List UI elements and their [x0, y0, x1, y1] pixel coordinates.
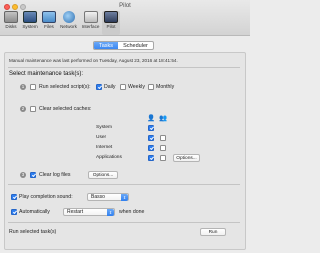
daily-label: Daily [104, 84, 116, 90]
cache-system-label: System [96, 125, 112, 130]
cache-applications-all-checkbox[interactable] [160, 155, 166, 161]
completion-sound-label: Play completion sound: [19, 194, 73, 200]
cache-internet-user-checkbox[interactable] [148, 145, 154, 151]
step-1-badge: 1 [20, 84, 26, 90]
interface-icon [83, 11, 98, 23]
toolbar-pilot[interactable]: Pilot [102, 11, 120, 35]
section-title: Select maintenance task(s): [9, 71, 84, 77]
cache-user-user-checkbox[interactable] [148, 135, 154, 141]
cache-user-all-checkbox[interactable] [160, 135, 166, 141]
disks-icon [4, 11, 18, 23]
cache-user-label: User [96, 135, 107, 140]
toolbar-system-label: System [22, 24, 38, 29]
run-scripts-checkbox[interactable] [30, 84, 36, 90]
toolbar-files-label: Files [44, 24, 54, 29]
divider [8, 67, 240, 68]
user-icon: 👤 [147, 115, 156, 122]
tab-bar: Tasks Scheduler [93, 41, 154, 50]
pilot-window: Pilot Disks System Files Network Interfa… [0, 0, 250, 253]
title-bar: Pilot Disks System Files Network Interfa… [0, 0, 250, 36]
step-2-badge: 2 [20, 106, 26, 112]
auto-action-popup[interactable]: Restart ⇕ [63, 208, 115, 216]
users-icon: 👥 [159, 115, 168, 122]
cache-applications-user-checkbox[interactable] [148, 155, 154, 161]
chevron-updown-icon: ⇕ [121, 194, 128, 201]
cache-applications-label: Applications [96, 155, 122, 160]
auto-action-label: Automatically [19, 209, 50, 215]
auto-action-checkbox[interactable] [11, 209, 17, 215]
completion-sound-popup[interactable]: Basso ⇕ [87, 193, 129, 201]
weekly-label: Weekly [128, 84, 145, 90]
tab-scheduler[interactable]: Scheduler [118, 42, 153, 49]
toolbar-disks[interactable]: Disks [2, 11, 20, 35]
completion-sound-checkbox[interactable] [11, 194, 17, 200]
run-button[interactable]: Run [200, 228, 226, 236]
toolbar-disks-label: Disks [5, 24, 17, 29]
cache-internet-label: Internet [96, 145, 113, 150]
divider [8, 184, 240, 185]
window-title: Pilot [119, 3, 131, 9]
toolbar-pilot-label: Pilot [106, 24, 116, 29]
toolbar-interface-label: Interface [81, 24, 100, 29]
clear-caches-label: Clear selected caches: [39, 106, 92, 112]
toolbar-interface[interactable]: Interface [80, 11, 101, 35]
toolbar-network[interactable]: Network [58, 11, 79, 35]
monthly-checkbox[interactable] [148, 84, 154, 90]
network-icon [62, 11, 75, 23]
toolbar-system[interactable]: System [21, 11, 39, 35]
weekly-checkbox[interactable] [120, 84, 126, 90]
auto-action-suffix: when done [119, 209, 145, 215]
toolbar-files[interactable]: Files [40, 11, 58, 35]
tab-tasks[interactable]: Tasks [94, 42, 119, 49]
clear-caches-checkbox[interactable] [30, 106, 36, 112]
clear-logs-checkbox[interactable] [30, 172, 36, 178]
last-run-note: Manual maintenance was last performed on… [9, 58, 178, 63]
cache-options-button[interactable]: Options... [173, 154, 200, 162]
tasks-panel [4, 52, 246, 250]
toolbar-network-label: Network [60, 24, 77, 29]
run-scripts-label: Run selected script(s): [39, 84, 91, 90]
system-icon [23, 11, 37, 23]
clear-logs-label: Clear log files [39, 172, 71, 178]
log-options-button[interactable]: Options... [88, 171, 118, 179]
pilot-icon [104, 11, 118, 23]
monthly-label: Monthly [156, 84, 175, 90]
cache-internet-all-checkbox[interactable] [160, 145, 166, 151]
step-3-badge: 3 [20, 172, 26, 178]
files-icon [42, 11, 56, 23]
divider [8, 222, 240, 223]
daily-checkbox[interactable] [96, 84, 102, 90]
chevron-updown-icon: ⇕ [107, 209, 114, 216]
cache-system-user-checkbox[interactable] [148, 125, 154, 131]
completion-sound-value: Basso [91, 194, 105, 200]
run-tasks-label: Run selected task(s) [9, 229, 57, 235]
auto-action-value: Restart [67, 209, 84, 215]
